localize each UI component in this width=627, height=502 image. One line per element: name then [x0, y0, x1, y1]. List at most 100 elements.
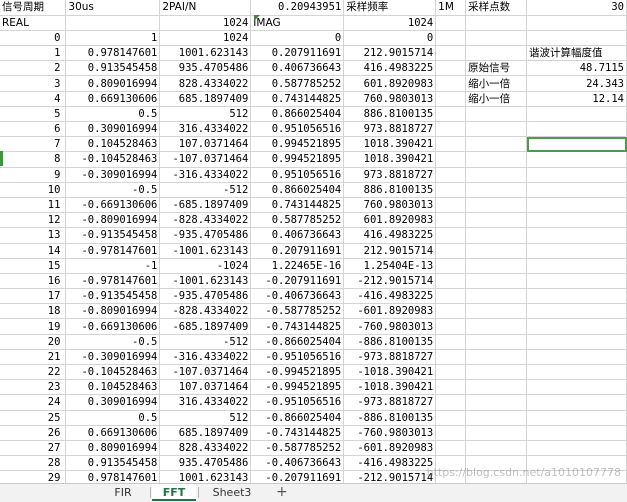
table-cell[interactable]: 601.8920983: [343, 212, 437, 229]
tab-sheet3[interactable]: Sheet3: [202, 484, 262, 501]
table-cell[interactable]: -828.4334022: [159, 212, 252, 229]
table-cell[interactable]: [435, 60, 467, 77]
header-cell[interactable]: [526, 15, 627, 31]
table-cell[interactable]: 0.669130606: [65, 91, 161, 107]
table-cell[interactable]: -935.4705486: [159, 227, 252, 244]
table-cell[interactable]: [526, 273, 627, 290]
table-cell[interactable]: -685.1897409: [159, 318, 252, 335]
table-cell[interactable]: -0.743144825: [250, 425, 345, 441]
table-cell[interactable]: [435, 318, 467, 335]
table-cell[interactable]: 601.8920983: [343, 75, 437, 92]
table-cell[interactable]: 12: [0, 212, 67, 229]
table-cell[interactable]: 973.8818727: [343, 121, 437, 138]
table-cell[interactable]: [526, 258, 627, 274]
table-cell[interactable]: [435, 379, 467, 396]
tab-fir[interactable]: FIR: [98, 484, 148, 501]
table-cell[interactable]: 17: [0, 288, 67, 305]
table-cell[interactable]: -601.8920983: [343, 303, 437, 320]
table-cell[interactable]: 10: [0, 182, 67, 198]
table-cell[interactable]: [465, 30, 528, 47]
table-cell[interactable]: 935.4705486: [159, 60, 252, 77]
table-cell[interactable]: -0.743144825: [250, 318, 345, 335]
table-cell[interactable]: 685.1897409: [159, 91, 252, 107]
header-cell[interactable]: 30: [526, 0, 627, 16]
table-cell[interactable]: 0.951056516: [250, 167, 345, 183]
table-cell[interactable]: 685.1897409: [159, 425, 252, 441]
table-cell[interactable]: [435, 45, 467, 62]
table-cell[interactable]: 0.978147601: [65, 470, 161, 483]
table-cell[interactable]: 935.4705486: [159, 455, 252, 472]
table-cell[interactable]: -760.9803013: [343, 425, 437, 441]
table-cell[interactable]: 0.951056516: [250, 121, 345, 138]
table-cell[interactable]: -0.951056516: [250, 349, 345, 366]
table-cell[interactable]: [526, 425, 627, 441]
table-cell[interactable]: 0.994521895: [250, 151, 345, 168]
table-cell[interactable]: 316.4334022: [159, 121, 252, 138]
table-cell[interactable]: -0.309016994: [65, 167, 161, 183]
table-cell[interactable]: [435, 349, 467, 366]
table-cell[interactable]: -0.587785252: [250, 440, 345, 457]
table-cell[interactable]: [526, 440, 627, 457]
table-cell[interactable]: 27: [0, 440, 67, 457]
side-value[interactable]: 48.7115: [526, 60, 627, 77]
table-cell[interactable]: 0.743144825: [250, 91, 345, 107]
table-cell[interactable]: 0.913545458: [65, 455, 161, 472]
header-cell[interactable]: 1M: [435, 0, 467, 16]
table-cell[interactable]: [435, 30, 467, 47]
table-cell[interactable]: [465, 425, 528, 441]
table-cell[interactable]: 1.22465E-16: [250, 258, 345, 274]
table-cell[interactable]: -512: [159, 182, 252, 198]
tab-fft[interactable]: FFT: [152, 484, 196, 501]
table-cell[interactable]: 1018.390421: [343, 151, 437, 168]
table-cell[interactable]: [465, 151, 528, 168]
table-cell[interactable]: 0.809016994: [65, 75, 161, 92]
table-cell[interactable]: 7: [0, 136, 67, 153]
table-cell[interactable]: [465, 318, 528, 335]
table-cell[interactable]: 886.8100135: [343, 182, 437, 198]
table-cell[interactable]: [526, 379, 627, 396]
table-cell[interactable]: 0.406736643: [250, 227, 345, 244]
table-cell[interactable]: -973.8818727: [343, 394, 437, 411]
table-cell[interactable]: 107.0371464: [159, 379, 252, 396]
table-cell[interactable]: -0.587785252: [250, 303, 345, 320]
table-cell[interactable]: 0.207911691: [250, 243, 345, 259]
table-cell[interactable]: 8: [0, 151, 67, 168]
table-cell[interactable]: [526, 303, 627, 320]
table-cell[interactable]: [465, 106, 528, 123]
table-cell[interactable]: [465, 394, 528, 411]
table-cell[interactable]: [435, 182, 467, 198]
table-cell[interactable]: 0.5: [65, 410, 161, 426]
table-cell[interactable]: -107.0371464: [159, 151, 252, 168]
table-cell[interactable]: [526, 243, 627, 259]
header-cell[interactable]: 信号周期: [0, 0, 67, 16]
table-cell[interactable]: [465, 349, 528, 366]
table-cell[interactable]: [465, 364, 528, 381]
side-value[interactable]: 12.14: [526, 91, 627, 107]
header-cell[interactable]: IMAG: [250, 15, 345, 31]
table-cell[interactable]: [526, 227, 627, 244]
header-cell[interactable]: 30us: [65, 0, 161, 16]
table-cell[interactable]: 0.743144825: [250, 197, 345, 214]
table-cell[interactable]: -0.406736643: [250, 288, 345, 305]
table-cell[interactable]: 760.9803013: [343, 197, 437, 214]
table-cell[interactable]: [435, 334, 467, 350]
table-cell[interactable]: -107.0371464: [159, 364, 252, 381]
table-cell[interactable]: 25: [0, 410, 67, 426]
table-cell[interactable]: [435, 136, 467, 153]
table-cell[interactable]: -1018.390421: [343, 364, 437, 381]
table-cell[interactable]: -886.8100135: [343, 334, 437, 350]
table-cell[interactable]: [465, 288, 528, 305]
table-cell[interactable]: -0.5: [65, 182, 161, 198]
table-cell[interactable]: 1001.623143: [159, 45, 252, 62]
table-cell[interactable]: -0.994521895: [250, 379, 345, 396]
table-cell[interactable]: 828.4334022: [159, 75, 252, 92]
table-cell[interactable]: -886.8100135: [343, 410, 437, 426]
header-cell[interactable]: 1024: [159, 15, 252, 31]
header-cell[interactable]: 2PAI/N: [159, 0, 252, 16]
table-cell[interactable]: 5: [0, 106, 67, 123]
table-cell[interactable]: 1: [65, 30, 161, 47]
table-cell[interactable]: 0.866025404: [250, 182, 345, 198]
table-cell[interactable]: 0: [0, 30, 67, 47]
table-cell[interactable]: 0.913545458: [65, 60, 161, 77]
table-cell[interactable]: 0.669130606: [65, 425, 161, 441]
